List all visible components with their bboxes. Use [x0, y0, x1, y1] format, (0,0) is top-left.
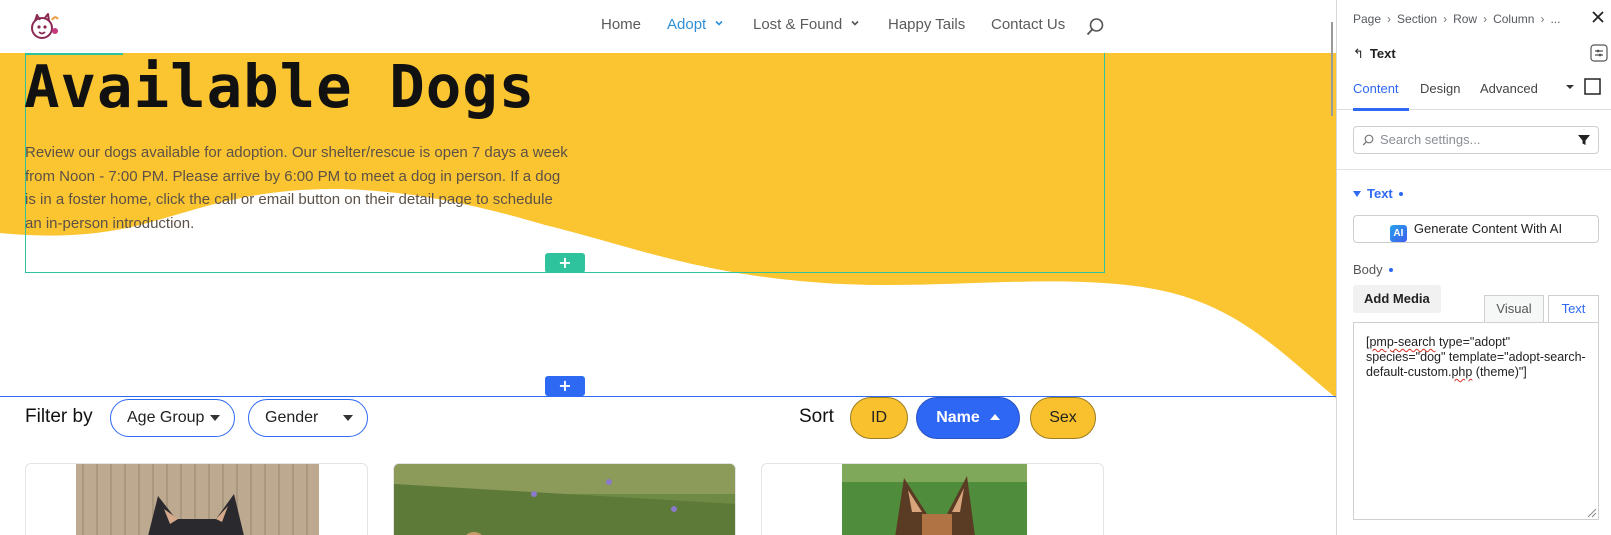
sort-ascending-icon [989, 414, 1000, 420]
module-title: Text [1369, 46, 1396, 61]
breadcrumb-separator: › [1540, 12, 1545, 26]
breadcrumb-separator: › [1387, 12, 1392, 26]
tabs-dropdown-icon[interactable] [1565, 82, 1575, 92]
chevron-down-icon [715, 20, 723, 26]
filter-label: Filter by [25, 406, 93, 427]
add-media-button[interactable]: Add Media [1353, 285, 1441, 313]
gender-select-label: Gender [265, 409, 319, 426]
pet-logo-icon[interactable] [28, 11, 60, 41]
body-text-editor[interactable]: [pmp-search type="adopt" species="dog" t… [1353, 322, 1599, 520]
shortcode-misspelled: pmp-search [1369, 335, 1436, 349]
search-icon[interactable] [1085, 17, 1105, 37]
body-label-text: Body [1353, 262, 1383, 277]
sort-name-button[interactable]: Name [916, 397, 1020, 439]
filter-icon[interactable] [1577, 133, 1591, 147]
nav-adopt[interactable]: Adopt [667, 16, 724, 33]
active-tab-indicator [1353, 108, 1409, 111]
dog-card[interactable] [25, 463, 368, 535]
back-to-parent[interactable]: ↰ Text [1353, 46, 1396, 62]
dog-card[interactable] [761, 463, 1104, 535]
section-boundary [0, 396, 1336, 397]
breadcrumb: Page › Section › Row › Column ›... [1353, 12, 1560, 26]
shortcode-part: (theme)"] [1472, 365, 1527, 379]
breadcrumb-separator: › [1483, 12, 1488, 26]
search-settings-input[interactable]: Search settings... [1353, 126, 1599, 154]
editor-tab-visual[interactable]: Visual [1484, 295, 1544, 322]
breadcrumb-column[interactable]: Column [1493, 12, 1534, 26]
preset-square-icon[interactable] [1584, 78, 1601, 95]
generate-ai-button[interactable]: AI Generate Content With AI [1353, 215, 1599, 243]
caret-down-icon [210, 415, 220, 421]
breadcrumb-more[interactable]: ... [1550, 12, 1560, 26]
resize-handle-icon[interactable] [1585, 506, 1597, 518]
dog-card[interactable] [393, 463, 736, 535]
body-field-label: Body [1353, 262, 1393, 277]
nav-contact[interactable]: Contact Us [991, 16, 1065, 33]
nav-lost-found[interactable]: Lost & Found [753, 16, 860, 33]
sort-sex-button[interactable]: Sex [1030, 397, 1096, 439]
panel-divider [1337, 169, 1611, 170]
back-arrow-icon: ↰ [1353, 46, 1364, 61]
settings-tabs: Content Design Advanced [1337, 78, 1611, 111]
tab-advanced[interactable]: Advanced [1480, 81, 1538, 96]
breadcrumb-separator: › [1443, 12, 1448, 26]
site-header: Home Adopt Lost & Found Happy Tails Cont… [0, 0, 1336, 53]
nav-happy-tails[interactable]: Happy Tails [888, 16, 965, 33]
preview-scrollbar[interactable] [1331, 22, 1333, 116]
tab-design[interactable]: Design [1420, 81, 1460, 96]
shortcode-misspelled: php [1451, 365, 1473, 379]
editor-tab-text[interactable]: Text [1548, 295, 1599, 322]
dog-photo [842, 464, 1027, 535]
add-module-button[interactable]: + [545, 253, 585, 273]
settings-panel: Page › Section › Row › Column ›... ↰ Text Conten… [1336, 0, 1611, 535]
dog-photo [76, 464, 319, 535]
breadcrumb-page[interactable]: Page [1353, 12, 1381, 26]
modified-dot [1388, 268, 1393, 272]
intro-text: Review our dogs available for adoption. … [25, 144, 568, 232]
chevron-down-icon [851, 20, 859, 26]
search-placeholder: Search settings... [1380, 132, 1481, 147]
text-group-title: Text [1367, 186, 1393, 201]
nav-home[interactable]: Home [601, 16, 641, 33]
add-section-button[interactable]: + [545, 376, 585, 396]
close-icon[interactable] [1591, 10, 1605, 24]
nav-lost-found-label: Lost & Found [753, 16, 843, 33]
generate-ai-label: Generate Content With AI [1413, 221, 1563, 236]
text-group-toggle[interactable]: Text [1353, 186, 1403, 201]
ai-icon: AI [1389, 225, 1407, 242]
page-title: Available Dogs [24, 52, 536, 121]
tab-content[interactable]: Content [1353, 81, 1399, 96]
dog-photo [394, 464, 735, 535]
breadcrumb-section[interactable]: Section [1397, 12, 1437, 26]
gender-select[interactable]: Gender [248, 399, 368, 437]
collapse-triangle-icon [1353, 191, 1361, 197]
age-group-select[interactable]: Age Group [110, 399, 235, 437]
nav-adopt-label: Adopt [667, 16, 707, 33]
sort-label: Sort [799, 406, 834, 427]
sort-name-label: Name [936, 409, 980, 426]
age-group-select-label: Age Group [127, 409, 205, 426]
site-preview: Home Adopt Lost & Found Happy Tails Cont… [0, 0, 1336, 535]
sort-id-button[interactable]: ID [850, 397, 908, 439]
modified-dot [1398, 192, 1403, 196]
module-options-icon[interactable] [1590, 44, 1608, 62]
search-icon [1362, 134, 1374, 146]
caret-down-icon [343, 415, 353, 421]
breadcrumb-row[interactable]: Row [1453, 12, 1477, 26]
